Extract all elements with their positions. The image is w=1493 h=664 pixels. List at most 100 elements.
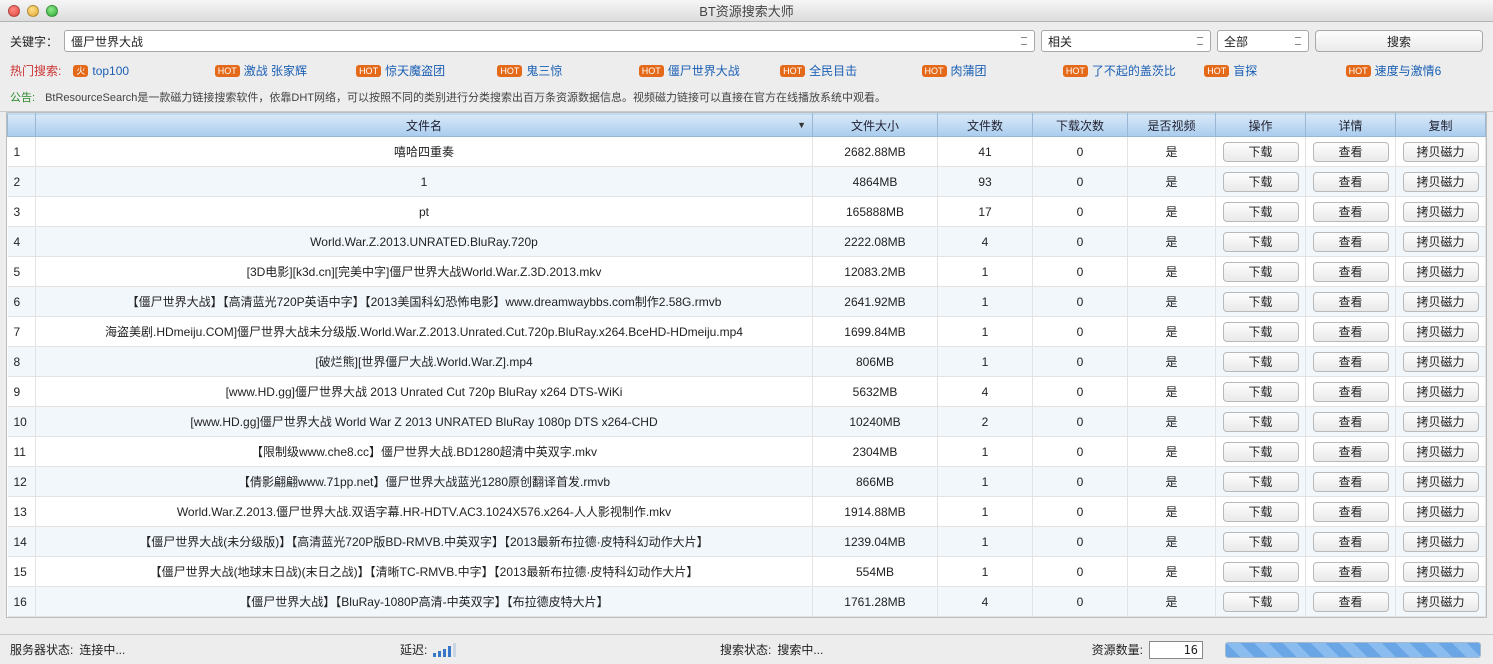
view-button[interactable]: 查看 [1313, 562, 1389, 582]
copy-magnet-button[interactable]: 拷贝磁力 [1403, 382, 1479, 402]
table-row: 9[www.HD.gg]僵尸世界大战 2013 Unrated Cut 720p… [8, 377, 1486, 407]
col-files[interactable]: 文件数 [938, 114, 1033, 137]
download-button[interactable]: 下载 [1223, 202, 1299, 222]
copy-magnet-button[interactable]: 拷贝磁力 [1403, 352, 1479, 372]
download-button[interactable]: 下载 [1223, 472, 1299, 492]
hot-item[interactable]: HOT全民目击 [780, 62, 917, 79]
col-video[interactable]: 是否视频 [1128, 114, 1216, 137]
download-button[interactable]: 下载 [1223, 592, 1299, 612]
download-button[interactable]: 下载 [1223, 352, 1299, 372]
hot-item[interactable]: HOT 僵尸世界大战 [639, 62, 776, 79]
action-cell: 下载 [1216, 167, 1306, 197]
file-name: 【倩影翩翩www.71pp.net】僵尸世界大战蓝光1280原创翻译首发.rmv… [36, 467, 813, 497]
copy-magnet-button[interactable]: 拷贝磁力 [1403, 472, 1479, 492]
hot-item-text: 僵尸世界大战 [668, 62, 740, 79]
view-button[interactable]: 查看 [1313, 502, 1389, 522]
table-row: 14【僵尸世界大战(未分级版)】【高清蓝光720P版BD-RMVB.中英双字】【… [8, 527, 1486, 557]
filter-combo[interactable]: 全部 [1217, 30, 1309, 52]
download-button[interactable]: 下载 [1223, 502, 1299, 522]
hot-item[interactable]: HOT激战 张家辉 [215, 62, 352, 79]
hot-item[interactable]: HOT肉蒲团 [922, 62, 1059, 79]
view-button[interactable]: 查看 [1313, 532, 1389, 552]
view-button[interactable]: 查看 [1313, 442, 1389, 462]
file-size: 2222.08MB [813, 227, 938, 257]
copy-magnet-button[interactable]: 拷贝磁力 [1403, 592, 1479, 612]
download-button[interactable]: 下载 [1223, 262, 1299, 282]
copy-magnet-button[interactable]: 拷贝磁力 [1403, 502, 1479, 522]
col-detail[interactable]: 详情 [1306, 114, 1396, 137]
col-downloads[interactable]: 下载次数 [1033, 114, 1128, 137]
copy-magnet-button[interactable]: 拷贝磁力 [1403, 532, 1479, 552]
action-cell: 查看 [1306, 287, 1396, 317]
search-button[interactable]: 搜索 [1315, 30, 1483, 52]
table-row: 4World.War.Z.2013.UNRATED.BluRay.720p222… [8, 227, 1486, 257]
download-count: 0 [1033, 167, 1128, 197]
hot-item[interactable]: 火top100 [73, 62, 210, 79]
col-size[interactable]: 文件大小 [813, 114, 938, 137]
keyword-combo[interactable]: 僵尸世界大战 [64, 30, 1035, 52]
download-button[interactable]: 下载 [1223, 532, 1299, 552]
file-size: 1761.28MB [813, 587, 938, 617]
view-button[interactable]: 查看 [1313, 262, 1389, 282]
view-button[interactable]: 查看 [1313, 292, 1389, 312]
col-index[interactable] [8, 114, 36, 137]
download-button[interactable]: 下载 [1223, 442, 1299, 462]
copy-magnet-button[interactable]: 拷贝磁力 [1403, 262, 1479, 282]
action-cell: 查看 [1306, 437, 1396, 467]
row-index: 16 [8, 587, 36, 617]
view-button[interactable]: 查看 [1313, 472, 1389, 492]
hot-item[interactable]: HOT了不起的盖茨比 [1063, 62, 1200, 79]
copy-magnet-button[interactable]: 拷贝磁力 [1403, 292, 1479, 312]
is-video: 是 [1128, 137, 1216, 167]
view-button[interactable]: 查看 [1313, 592, 1389, 612]
copy-magnet-button[interactable]: 拷贝磁力 [1403, 322, 1479, 342]
sort-combo[interactable]: 相关 [1041, 30, 1211, 52]
download-button[interactable]: 下载 [1223, 562, 1299, 582]
action-cell: 下载 [1216, 527, 1306, 557]
file-count: 1 [938, 467, 1033, 497]
action-cell: 拷贝磁力 [1396, 287, 1486, 317]
hot-item[interactable]: HOT速度与激情6 [1346, 62, 1483, 79]
copy-magnet-button[interactable]: 拷贝磁力 [1403, 232, 1479, 252]
action-cell: 拷贝磁力 [1396, 557, 1486, 587]
window-title: BT资源搜索大师 [0, 1, 1493, 20]
row-index: 6 [8, 287, 36, 317]
copy-magnet-button[interactable]: 拷贝磁力 [1403, 442, 1479, 462]
view-button[interactable]: 查看 [1313, 202, 1389, 222]
copy-magnet-button[interactable]: 拷贝磁力 [1403, 142, 1479, 162]
col-name[interactable]: 文件名▼ [36, 114, 813, 137]
file-count: 4 [938, 377, 1033, 407]
view-button[interactable]: 查看 [1313, 382, 1389, 402]
col-copy[interactable]: 复制 [1396, 114, 1486, 137]
download-button[interactable]: 下载 [1223, 172, 1299, 192]
download-button[interactable]: 下载 [1223, 292, 1299, 312]
file-size: 806MB [813, 347, 938, 377]
download-button[interactable]: 下载 [1223, 322, 1299, 342]
view-button[interactable]: 查看 [1313, 322, 1389, 342]
sort-desc-icon: ▼ [797, 120, 806, 130]
copy-magnet-button[interactable]: 拷贝磁力 [1403, 562, 1479, 582]
download-button[interactable]: 下载 [1223, 142, 1299, 162]
view-button[interactable]: 查看 [1313, 172, 1389, 192]
col-action[interactable]: 操作 [1216, 114, 1306, 137]
download-count: 0 [1033, 587, 1128, 617]
download-button[interactable]: 下载 [1223, 412, 1299, 432]
row-index: 9 [8, 377, 36, 407]
hot-badge-icon: HOT [497, 65, 522, 77]
download-button[interactable]: 下载 [1223, 382, 1299, 402]
view-button[interactable]: 查看 [1313, 142, 1389, 162]
view-button[interactable]: 查看 [1313, 412, 1389, 432]
copy-magnet-button[interactable]: 拷贝磁力 [1403, 202, 1479, 222]
copy-magnet-button[interactable]: 拷贝磁力 [1403, 412, 1479, 432]
hot-item[interactable]: HOT惊天魔盗团 [356, 62, 493, 79]
view-button[interactable]: 查看 [1313, 352, 1389, 372]
file-size: 4864MB [813, 167, 938, 197]
hot-badge-icon: HOT [639, 65, 664, 77]
hot-item[interactable]: HOT鬼三惊 [497, 62, 634, 79]
download-button[interactable]: 下载 [1223, 232, 1299, 252]
view-button[interactable]: 查看 [1313, 232, 1389, 252]
download-count: 0 [1033, 287, 1128, 317]
copy-magnet-button[interactable]: 拷贝磁力 [1403, 172, 1479, 192]
download-count: 0 [1033, 347, 1128, 377]
hot-item[interactable]: HOT盲探 [1204, 62, 1341, 79]
